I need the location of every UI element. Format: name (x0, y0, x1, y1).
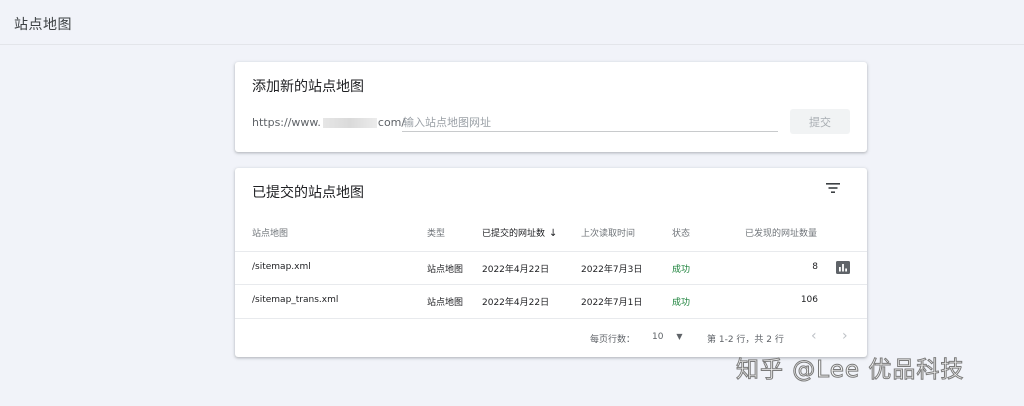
url-prefix: https://www. com/ (252, 116, 405, 129)
sitemap-path[interactable]: /sitemap_trans.xml (252, 295, 338, 305)
prev-page-icon[interactable]: ‹ (811, 328, 817, 344)
row-divider (235, 318, 867, 319)
top-bar: 站点地图 (0, 0, 1024, 45)
pagination-range: 第 1-2 行，共 2 行 (707, 335, 784, 345)
bar-chart-icon[interactable] (836, 261, 850, 274)
add-sitemap-title: 添加新的站点地图 (252, 79, 364, 95)
page-title: 站点地图 (14, 17, 72, 33)
column-header-sitemap[interactable]: 站点地图 (252, 226, 288, 239)
watermark: 知乎 @Lee 优品科技 (736, 357, 965, 384)
next-page-icon[interactable]: › (842, 328, 848, 344)
submitted-date: 2022年4月22日 (482, 298, 550, 308)
submitted-sitemaps-card: 已提交的站点地图 站点地图 类型 已提交的网址数 ↓ 上次读取时间 状态 已发现的… (235, 168, 867, 357)
rows-per-page-value: 10 (652, 332, 664, 342)
dropdown-arrow-icon: ▼ (676, 332, 683, 341)
rows-per-page-label: 每页行数： (590, 335, 636, 345)
row-divider (235, 284, 867, 285)
redacted-domain (322, 117, 377, 128)
column-header-status[interactable]: 状态 (672, 226, 690, 239)
submitted-sitemaps-title: 已提交的站点地图 (252, 185, 364, 201)
last-read-date: 2022年7月3日 (581, 265, 643, 275)
submit-button[interactable]: 提交 (790, 109, 850, 134)
sort-arrow-icon: ↓ (549, 228, 558, 239)
rows-per-page-select[interactable]: 10 ▼ (652, 332, 682, 342)
discovered-count: 8 (812, 262, 818, 272)
column-header-submitted-label: 已提交的网址数 (482, 229, 546, 239)
submitted-date: 2022年4月22日 (482, 265, 550, 275)
url-prefix-start: https://www. (252, 116, 321, 129)
sitemap-path[interactable]: /sitemap.xml (252, 262, 311, 272)
sitemap-type: 站点地图 (427, 298, 464, 308)
header-divider (235, 251, 867, 252)
status-badge: 成功 (672, 265, 691, 275)
add-sitemap-card: 添加新的站点地图 https://www. com/ 提交 (235, 62, 867, 152)
column-header-type[interactable]: 类型 (427, 226, 445, 239)
sitemap-url-input[interactable] (402, 114, 778, 132)
filter-icon[interactable] (825, 180, 841, 196)
column-header-discovered[interactable]: 已发现的网址数量 (745, 226, 817, 239)
column-header-submitted[interactable]: 已提交的网址数 ↓ (482, 226, 557, 239)
sitemap-type: 站点地图 (427, 265, 464, 275)
last-read-date: 2022年7月1日 (581, 298, 643, 308)
status-badge: 成功 (672, 298, 691, 308)
discovered-count: 106 (800, 295, 818, 305)
column-header-last-read[interactable]: 上次读取时间 (581, 226, 635, 239)
